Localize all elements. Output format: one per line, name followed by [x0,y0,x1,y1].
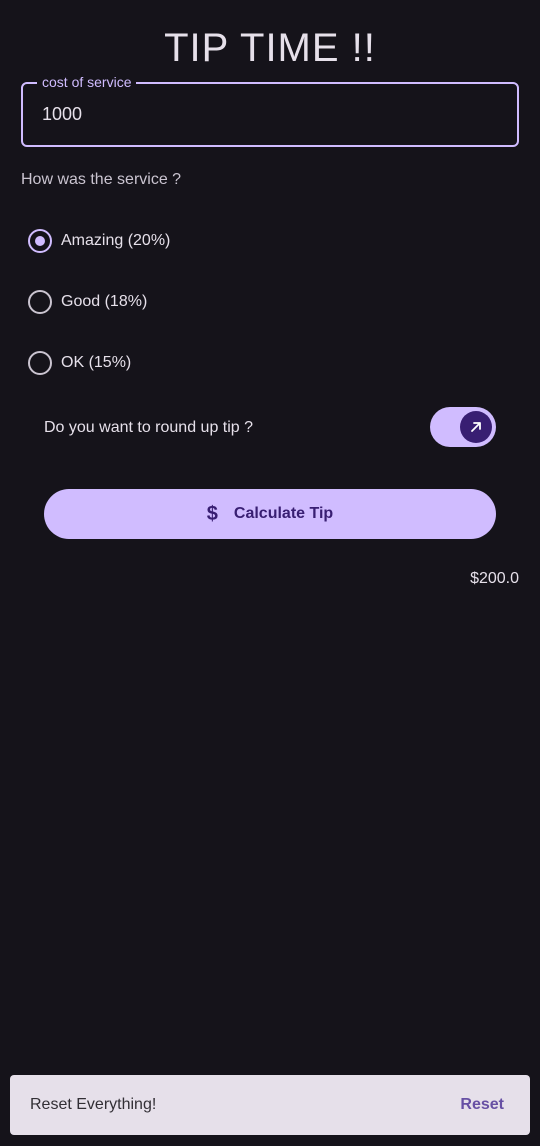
radio-button-selected[interactable] [28,229,52,253]
calculate-tip-button[interactable]: $ Calculate Tip [44,489,496,539]
page-title: TIP TIME !! [164,26,376,70]
switch-thumb[interactable] [460,411,492,443]
cost-of-service-label: cost of service [37,74,137,90]
tip-result: $200.0 [470,570,519,587]
tip-time-screen: TIP TIME !! cost of service 1000 How was… [0,0,540,1146]
radio-button[interactable] [28,290,52,314]
round-up-label: Do you want to round up tip ? [44,419,254,436]
calculate-tip-label: Calculate Tip [233,505,334,522]
round-up-switch[interactable] [430,407,496,447]
arrow-up-right-icon [471,422,481,432]
cost-of-service-field[interactable]: cost of service 1000 [21,74,519,147]
service-question: How was the service ? [21,171,182,188]
radio-button[interactable] [28,351,52,375]
reset-button[interactable]: Reset [460,1096,504,1114]
radio-label-good: Good (18%) [61,293,148,310]
radio-option-good[interactable]: Good (18%) [28,288,147,316]
radio-option-amazing[interactable]: Amazing (20%) [28,227,170,255]
snackbar: Reset Everything! Reset [10,1075,530,1135]
cost-of-service-input[interactable]: 1000 [42,104,82,125]
radio-option-ok[interactable]: OK (15%) [28,349,131,377]
dollar-icon: $ [206,502,218,525]
radio-label-amazing: Amazing (20%) [61,232,171,249]
radio-label-ok: OK (15%) [61,354,132,371]
snackbar-message: Reset Everything! [30,1096,157,1113]
